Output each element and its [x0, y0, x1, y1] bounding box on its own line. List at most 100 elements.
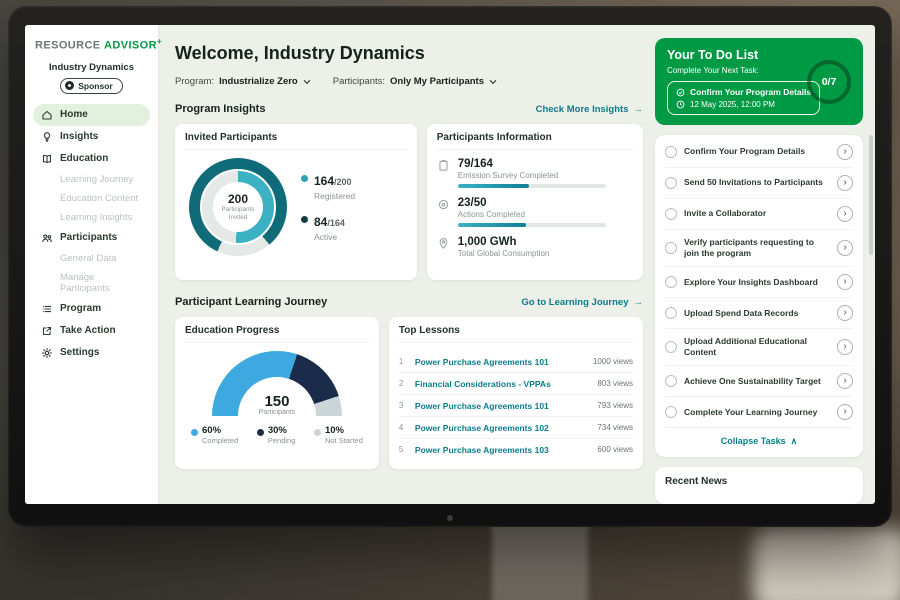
sidebar: RESOURCE ADVISOR+ Industry Dynamics Spon… — [25, 25, 159, 504]
filters-row: Program: Industrialize Zero Participants… — [175, 76, 643, 87]
task-row[interactable]: Upload Additional Educational Content › — [665, 329, 853, 366]
task-row[interactable]: Achieve One Sustainability Target › — [665, 366, 853, 397]
chevron-right-icon[interactable]: › — [837, 404, 853, 420]
sidebar-item-education[interactable]: Education — [33, 148, 150, 170]
task-row[interactable]: Upload Spend Data Records › — [665, 298, 853, 329]
actions-completed-row: 23/50 Actions Completed — [437, 197, 633, 227]
sidebar-item-home[interactable]: Home — [33, 104, 150, 126]
task-row[interactable]: Verify participants requesting to join t… — [665, 230, 853, 267]
chevron-right-icon[interactable]: › — [837, 240, 853, 256]
webcam-dot — [447, 515, 453, 521]
arrow-right-icon: → — [634, 297, 644, 308]
lesson-link[interactable]: Power Purchase Agreements 101 — [415, 401, 591, 411]
list-icon — [41, 303, 53, 315]
legend-dot — [314, 429, 321, 436]
chevron-right-icon[interactable]: › — [837, 339, 853, 355]
emission-survey-row: 79/164 Emission Survey Completed — [437, 158, 633, 188]
recent-news-title: Recent News — [665, 476, 727, 487]
home-icon — [41, 109, 53, 121]
task-checkbox[interactable] — [665, 208, 677, 220]
task-row[interactable]: Confirm Your Program Details › — [665, 137, 853, 168]
sidebar-item-settings[interactable]: Settings — [33, 342, 150, 364]
legend-registered: 164/200 Registered — [301, 172, 355, 201]
chevron-up-icon: ∧ — [791, 436, 798, 447]
sidebar-item-take-action[interactable]: Take Action — [33, 320, 150, 342]
sidebar-item-manage-participants[interactable]: Manage Participants — [33, 268, 150, 298]
sidebar-item-participants[interactable]: Participants — [33, 227, 150, 249]
top-lessons-card: Top Lessons 1 Power Purchase Agreements … — [389, 317, 643, 469]
lesson-row: 2 Financial Considerations - VPPAs 803 v… — [399, 373, 633, 395]
sidebar-item-learning-insights[interactable]: Learning Insights — [33, 208, 150, 227]
task-checkbox[interactable] — [665, 375, 677, 387]
participants-dropdown[interactable]: Participants: Only My Participants — [333, 76, 497, 87]
sidebar-item-program[interactable]: Program — [33, 298, 150, 320]
todo-summary-card: Your To Do List 0/7 Complete Your Next T… — [655, 38, 863, 125]
lesson-link[interactable]: Power Purchase Agreements 102 — [415, 423, 591, 433]
chevron-right-icon[interactable]: › — [837, 144, 853, 160]
logo-resource: RESOURCE — [35, 40, 101, 52]
consumption-row: 1,000 GWh Total Global Consumption — [437, 236, 633, 262]
monitor-frame: RESOURCE ADVISOR+ Industry Dynamics Spon… — [8, 6, 892, 527]
org-name: Industry Dynamics — [25, 62, 158, 73]
app-logo: RESOURCE ADVISOR+ — [25, 35, 158, 58]
monitor-stand — [492, 520, 588, 600]
task-checkbox[interactable] — [665, 276, 677, 288]
sidebar-item-education-content[interactable]: Education Content — [33, 189, 150, 208]
logo-advisor: ADVISOR — [104, 40, 157, 52]
task-checkbox[interactable] — [665, 341, 677, 353]
lesson-link[interactable]: Power Purchase Agreements 103 — [415, 445, 591, 455]
donut-legend: 164/200 Registered 84/164 Active — [301, 172, 355, 242]
task-checkbox[interactable] — [665, 307, 677, 319]
task-checkbox[interactable] — [665, 242, 677, 254]
sponsor-badge: Sponsor — [60, 78, 122, 94]
scrollbar[interactable] — [869, 135, 873, 255]
invited-participants-card: Invited Participants 200 Participants In… — [175, 124, 417, 280]
chevron-right-icon[interactable]: › — [837, 206, 853, 222]
lesson-row: 5 Power Purchase Agreements 103 600 view… — [399, 439, 633, 460]
program-dropdown[interactable]: Program: Industrialize Zero — [175, 76, 311, 87]
desk-light — [753, 527, 900, 600]
chevron-right-icon[interactable]: › — [837, 373, 853, 389]
legend-active: 84/164 Active — [301, 213, 355, 242]
go-to-learning-journey-link[interactable]: Go to Learning Journey → — [521, 297, 643, 308]
book-icon — [41, 153, 53, 165]
sidebar-nav: Home Insights Education Learning Journey… — [25, 104, 158, 364]
gear-icon — [41, 347, 53, 359]
education-gauge-chart: 150 Participants — [212, 351, 342, 416]
check-more-insights-link[interactable]: Check More Insights → — [536, 104, 643, 115]
task-checkbox[interactable] — [665, 406, 677, 418]
chevron-right-icon[interactable]: › — [837, 305, 853, 321]
legend-completed: 60% Completed — [191, 426, 238, 445]
sidebar-item-learning-journey[interactable]: Learning Journey — [33, 170, 150, 189]
lesson-row: 3 Power Purchase Agreements 101 793 view… — [399, 395, 633, 417]
task-row[interactable]: Explore Your Insights Dashboard › — [665, 267, 853, 298]
chevron-right-icon[interactable]: › — [837, 175, 853, 191]
task-row[interactable]: Send 50 Invitations to Participants › — [665, 168, 853, 199]
collapse-tasks-link[interactable]: Collapse Tasks ∧ — [665, 428, 853, 455]
right-panel: Your To Do List 0/7 Complete Your Next T… — [655, 25, 875, 504]
chevron-right-icon[interactable]: › — [837, 274, 853, 290]
participants-information-card: Participants Information 79/164 Emission… — [427, 124, 643, 280]
legend-not-started: 10% Not Started — [314, 426, 363, 445]
external-action-icon — [41, 325, 53, 337]
legend-dot — [191, 429, 198, 436]
task-list: Confirm Your Program Details › Send 50 I… — [655, 135, 863, 457]
lesson-row: 1 Power Purchase Agreements 101 1000 vie… — [399, 351, 633, 373]
task-checkbox[interactable] — [665, 177, 677, 189]
task-row[interactable]: Complete Your Learning Journey › — [665, 397, 853, 428]
task-row[interactable]: Invite a Collaborator › — [665, 199, 853, 230]
next-task-box[interactable]: Confirm Your Program Details 12 May 2025… — [667, 81, 820, 115]
actions-progress-bar — [458, 223, 606, 227]
arrow-right-icon: → — [634, 104, 644, 115]
learning-journey-title: Participant Learning Journey — [175, 296, 327, 308]
sidebar-item-general-data[interactable]: General Data — [33, 249, 150, 268]
photo-background: RESOURCE ADVISOR+ Industry Dynamics Spon… — [0, 0, 900, 600]
sidebar-item-insights[interactable]: Insights — [33, 126, 150, 148]
chevron-down-icon — [489, 79, 497, 85]
lesson-link[interactable]: Power Purchase Agreements 101 — [415, 357, 586, 367]
clipboard-icon — [437, 159, 450, 172]
task-checkbox[interactable] — [665, 146, 677, 158]
lesson-link[interactable]: Financial Considerations - VPPAs — [415, 379, 591, 389]
check-circle-icon — [676, 88, 685, 97]
map-pin-icon — [437, 237, 450, 250]
